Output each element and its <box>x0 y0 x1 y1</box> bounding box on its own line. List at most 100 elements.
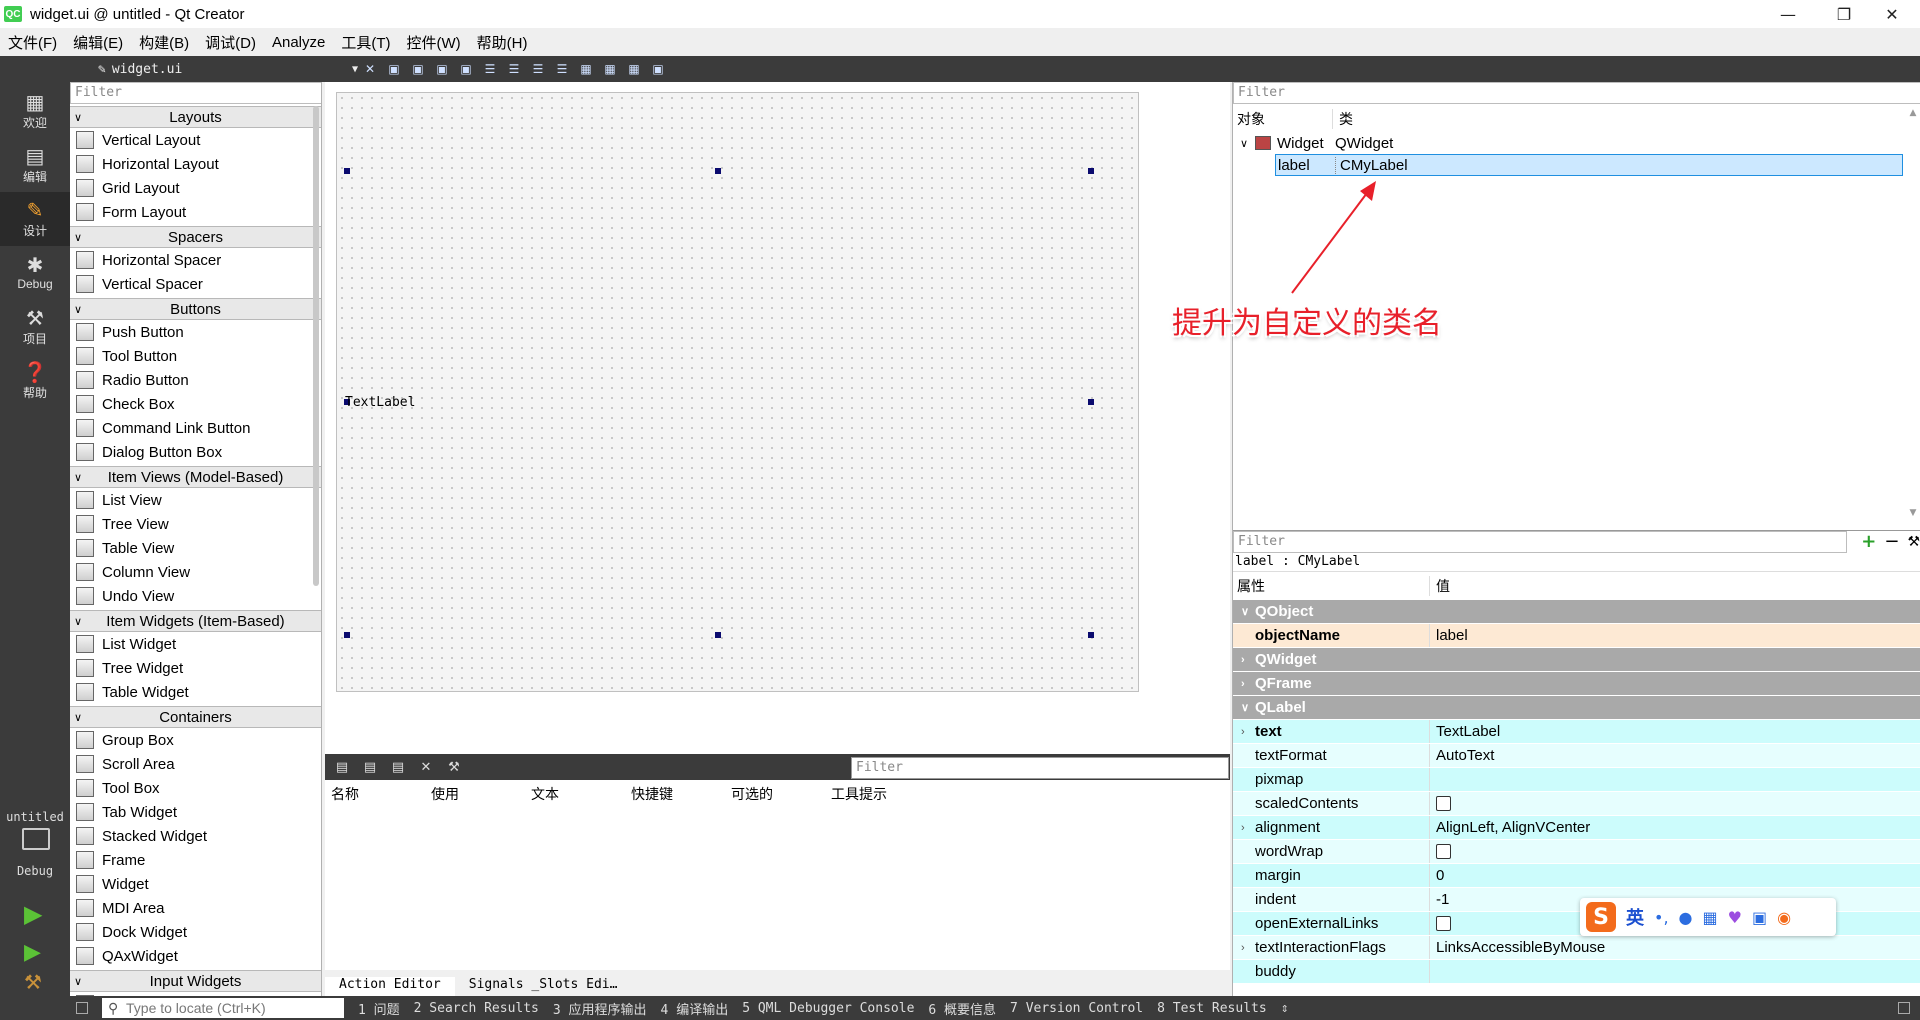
menu-help[interactable]: 帮助(H) <box>469 32 536 53</box>
property-row[interactable]: › textInteractionFlags LinksAccessibleByMo… <box>1233 936 1920 960</box>
close-icon[interactable]: ✕ <box>1864 0 1920 28</box>
widget-item[interactable]: Tool Box <box>70 776 321 800</box>
widget-item[interactable]: Grid Layout <box>70 176 321 200</box>
mascot-icon[interactable]: ◉ <box>1777 908 1791 927</box>
layout-form-icon[interactable]: ▦ <box>576 60 596 78</box>
property-row[interactable]: wordWrap <box>1233 840 1920 864</box>
widget-item[interactable]: Table View <box>70 536 321 560</box>
widget-item[interactable]: Tool Button <box>70 344 321 368</box>
widget-item[interactable]: Form Layout <box>70 200 321 224</box>
new-action-icon[interactable]: ▤ <box>331 758 353 776</box>
widget-category[interactable]: ∨ Input Widgets <box>70 970 321 992</box>
adjust-size-icon[interactable]: ▣ <box>648 60 668 78</box>
object-inspector-scrollbar[interactable]: ▲ ▼ <box>1908 108 1918 518</box>
property-value[interactable]: AlignLeft, AlignVCenter <box>1430 816 1590 839</box>
property-row[interactable]: objectName label <box>1233 624 1920 648</box>
remove-property-icon[interactable]: − <box>1884 531 1899 552</box>
build-hammer-icon[interactable]: ⚒ <box>24 970 42 994</box>
widget-item[interactable]: MDI Area <box>70 896 321 920</box>
property-row[interactable]: pixmap <box>1233 768 1920 792</box>
copy-action-icon[interactable]: ▤ <box>359 758 381 776</box>
widget-item[interactable]: Tab Widget <box>70 800 321 824</box>
chevron-down-icon[interactable]: ∨ <box>1241 701 1249 714</box>
property-value[interactable] <box>1430 960 1436 983</box>
more-panes-icon[interactable]: ⇕ <box>1281 1001 1289 1016</box>
property-group[interactable]: › QFrame <box>1233 672 1920 696</box>
property-row[interactable]: textFormat AutoText <box>1233 744 1920 768</box>
widget-item[interactable]: Vertical Spacer <box>70 272 321 296</box>
property-row[interactable]: buddy <box>1233 960 1920 984</box>
menu-analyze[interactable]: Analyze <box>264 34 333 51</box>
configure-icon[interactable]: ⚒ <box>443 758 465 776</box>
mode-debug[interactable]: ✱ Debug <box>0 246 70 300</box>
property-value[interactable] <box>1430 912 1451 935</box>
column-value[interactable]: 值 <box>1430 576 1450 596</box>
toolbox-icon[interactable]: ▣ <box>1752 908 1767 927</box>
layout-h-splitter-icon[interactable]: ☰ <box>528 60 548 78</box>
property-filter-input[interactable]: Filter <box>1233 530 1848 553</box>
widget-item[interactable]: Tree View <box>70 512 321 536</box>
property-checkbox[interactable] <box>1436 844 1451 859</box>
widget-category[interactable]: ∨ Containers <box>70 706 321 728</box>
column-object[interactable]: 对象 <box>1233 109 1333 129</box>
property-value[interactable]: label <box>1430 624 1468 647</box>
property-row[interactable]: › text TextLabel <box>1233 720 1920 744</box>
pane-general-messages[interactable]: 6 概要信息 <box>928 999 996 1018</box>
tree-row-widget[interactable]: ∨ Widget QWidget <box>1233 132 1920 154</box>
edit-signals-slots-icon[interactable]: ▣ <box>408 60 428 78</box>
mode-help[interactable]: ❓ 帮助 <box>0 354 70 408</box>
widget-item[interactable]: Horizontal Spacer <box>70 248 321 272</box>
widget-category[interactable]: ∨ Item Views (Model-Based) <box>70 466 321 488</box>
selection-handle[interactable] <box>715 632 721 638</box>
widget-item[interactable]: Column View <box>70 560 321 584</box>
locator-input[interactable]: ⚲ Type to locate (Ctrl+K) <box>102 998 344 1018</box>
layout-grid-icon[interactable]: ▦ <box>600 60 620 78</box>
pane-app-output[interactable]: 3 应用程序输出 <box>553 999 647 1018</box>
property-row[interactable]: margin 0 <box>1233 864 1920 888</box>
menu-edit[interactable]: 编辑(E) <box>65 32 131 53</box>
toggle-output-icon[interactable] <box>1898 1002 1910 1014</box>
selection-handle[interactable] <box>1088 399 1094 405</box>
debug-run-icon[interactable]: ▶ <box>24 940 41 965</box>
selection-handle[interactable] <box>344 632 350 638</box>
pane-compile-output[interactable]: 4 编译输出 <box>661 999 729 1018</box>
menu-build[interactable]: 构建(B) <box>131 32 197 53</box>
property-value[interactable] <box>1430 792 1451 815</box>
widget-category[interactable]: ∨ Spacers <box>70 226 321 248</box>
column-text[interactable]: 文本 <box>525 784 625 804</box>
widget-item[interactable]: QAxWidget <box>70 944 321 968</box>
monitor-icon[interactable] <box>22 828 50 850</box>
add-property-icon[interactable]: + <box>1861 531 1876 552</box>
pane-test-results[interactable]: 8 Test Results <box>1157 1001 1267 1016</box>
widget-box-filter[interactable]: Filter <box>70 82 321 104</box>
selection-handle[interactable] <box>1088 168 1094 174</box>
widget-category[interactable]: ∨ Item Widgets (Item-Based) <box>70 610 321 632</box>
column-tooltip[interactable]: 工具提示 <box>825 784 925 804</box>
property-value[interactable]: TextLabel <box>1430 720 1500 743</box>
ime-toolbar[interactable]: S 英 •, ● ▦ ♥ ▣ ◉ <box>1580 898 1836 936</box>
menu-debug[interactable]: 调试(D) <box>197 32 264 53</box>
property-group[interactable]: › QWidget <box>1233 648 1920 672</box>
mode-design[interactable]: ✎ 设计 <box>0 192 70 246</box>
chevron-right-icon[interactable]: › <box>1241 678 1245 690</box>
widget-box-scrollbar[interactable] <box>313 106 319 586</box>
widget-item[interactable]: List Widget <box>70 632 321 656</box>
microphone-icon[interactable]: ● <box>1679 908 1693 927</box>
column-used[interactable]: 使用 <box>425 784 525 804</box>
widget-item[interactable]: Scroll Area <box>70 752 321 776</box>
menu-widgets[interactable]: 控件(W) <box>399 32 469 53</box>
property-group[interactable]: ∨ QObject <box>1233 600 1920 624</box>
layout-vertical-icon[interactable]: ☰ <box>504 60 524 78</box>
column-property[interactable]: 属性 <box>1233 576 1430 596</box>
toggle-sidebar-icon[interactable] <box>76 1002 88 1014</box>
tree-row-label[interactable]: label CMyLabel <box>1275 154 1903 176</box>
property-value[interactable] <box>1430 840 1451 863</box>
selection-handle[interactable] <box>715 168 721 174</box>
pane-issues[interactable]: 1 问题 <box>358 999 400 1018</box>
widget-category[interactable]: ∨ Buttons <box>70 298 321 320</box>
widget-item[interactable]: Dock Widget <box>70 920 321 944</box>
mode-welcome[interactable]: ▦ 欢迎 <box>0 84 70 138</box>
widget-item[interactable]: List View <box>70 488 321 512</box>
property-row[interactable]: › alignment AlignLeft, AlignVCenter <box>1233 816 1920 840</box>
pane-version-control[interactable]: 7 Version Control <box>1010 1001 1143 1016</box>
